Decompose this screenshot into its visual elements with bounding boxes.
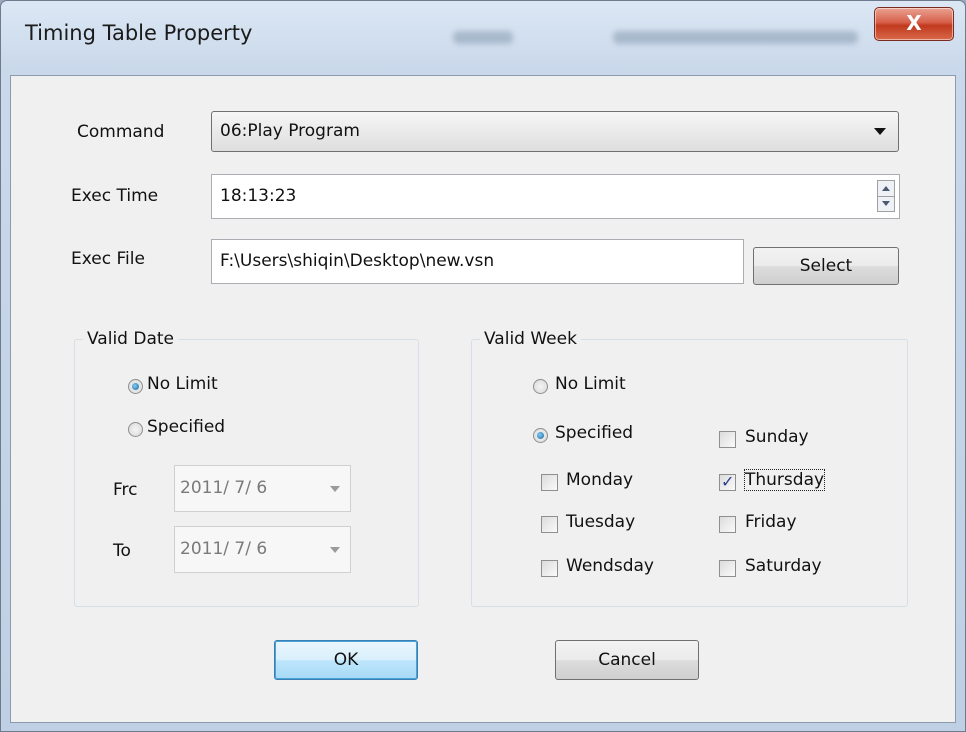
- date-no-limit-label[interactable]: No Limit: [147, 374, 218, 394]
- exec-file-value: F:\Users\shiqin\Desktop\new.vsn: [220, 251, 495, 271]
- tuesday-checkbox[interactable]: [541, 516, 558, 533]
- chevron-down-icon: [330, 547, 340, 553]
- blurred-title-info: [453, 31, 513, 44]
- week-specified-radio[interactable]: [533, 428, 548, 443]
- valid-date-group: Valid Date No Limit Specified Frc 2011/ …: [74, 329, 419, 607]
- thursday-checkbox[interactable]: [719, 472, 736, 491]
- exec-time-input[interactable]: 18:13:23: [211, 174, 900, 219]
- close-icon: X: [906, 11, 922, 35]
- sunday-label[interactable]: Sunday: [745, 427, 809, 447]
- saturday-label[interactable]: Saturday: [745, 556, 822, 576]
- time-spinner[interactable]: [877, 180, 895, 212]
- exec-time-label: Exec Time: [71, 186, 159, 206]
- chevron-down-icon: [874, 128, 886, 135]
- monday-label[interactable]: Monday: [566, 470, 633, 490]
- date-to-picker[interactable]: 2011/ 7/ 6: [174, 526, 351, 573]
- cancel-button[interactable]: Cancel: [555, 640, 699, 680]
- date-specified-label[interactable]: Specified: [147, 417, 225, 437]
- monday-checkbox[interactable]: [541, 474, 558, 491]
- date-from-picker[interactable]: 2011/ 7/ 6: [174, 465, 351, 512]
- friday-label[interactable]: Friday: [745, 512, 797, 532]
- ok-button[interactable]: OK: [274, 640, 418, 680]
- friday-checkbox[interactable]: [719, 516, 736, 533]
- date-from-value: 2011/ 7/ 6: [180, 478, 268, 498]
- chevron-down-icon: [330, 486, 340, 492]
- date-to-label: To: [113, 541, 131, 561]
- exec-file-label: Exec File: [71, 249, 145, 269]
- cancel-button-label: Cancel: [598, 650, 656, 670]
- spin-up-icon[interactable]: [878, 181, 894, 196]
- command-label: Command: [77, 122, 165, 142]
- date-to-value: 2011/ 7/ 6: [180, 539, 268, 559]
- valid-week-group: Valid Week No Limit Specified Monday Tue…: [471, 329, 908, 607]
- week-specified-label[interactable]: Specified: [555, 423, 633, 443]
- select-button-label: Select: [799, 256, 853, 276]
- exec-file-input[interactable]: F:\Users\shiqin\Desktop\new.vsn: [211, 239, 744, 284]
- tuesday-label[interactable]: Tuesday: [566, 512, 635, 532]
- command-dropdown[interactable]: 06:Play Program: [211, 111, 899, 152]
- sunday-checkbox[interactable]: [719, 431, 736, 448]
- wendsday-checkbox[interactable]: [541, 560, 558, 577]
- date-specified-radio[interactable]: [128, 422, 143, 437]
- ok-button-label: OK: [333, 650, 359, 670]
- week-no-limit-radio[interactable]: [533, 379, 548, 394]
- dialog-window: Timing Table Property X Command 06:Play …: [0, 0, 966, 732]
- saturday-checkbox[interactable]: [719, 560, 736, 577]
- week-no-limit-label[interactable]: No Limit: [555, 374, 626, 394]
- dialog-body: Command 06:Play Program Exec Time 18:13:…: [10, 75, 956, 723]
- exec-time-value: 18:13:23: [220, 186, 297, 206]
- date-from-label: Frc: [113, 480, 138, 500]
- window-title: Timing Table Property: [25, 21, 253, 45]
- command-value: 06:Play Program: [220, 121, 360, 141]
- thursday-label[interactable]: Thursday: [743, 469, 826, 491]
- close-button[interactable]: X: [874, 7, 954, 41]
- wendsday-label[interactable]: Wendsday: [566, 556, 654, 576]
- date-no-limit-radio[interactable]: [128, 379, 143, 394]
- valid-week-title: Valid Week: [480, 329, 581, 349]
- spin-down-icon[interactable]: [878, 196, 894, 212]
- title-bar[interactable]: Timing Table Property X: [1, 1, 965, 75]
- valid-date-title: Valid Date: [83, 329, 179, 349]
- blurred-title-info: [613, 31, 858, 44]
- select-file-button[interactable]: Select: [753, 247, 899, 285]
